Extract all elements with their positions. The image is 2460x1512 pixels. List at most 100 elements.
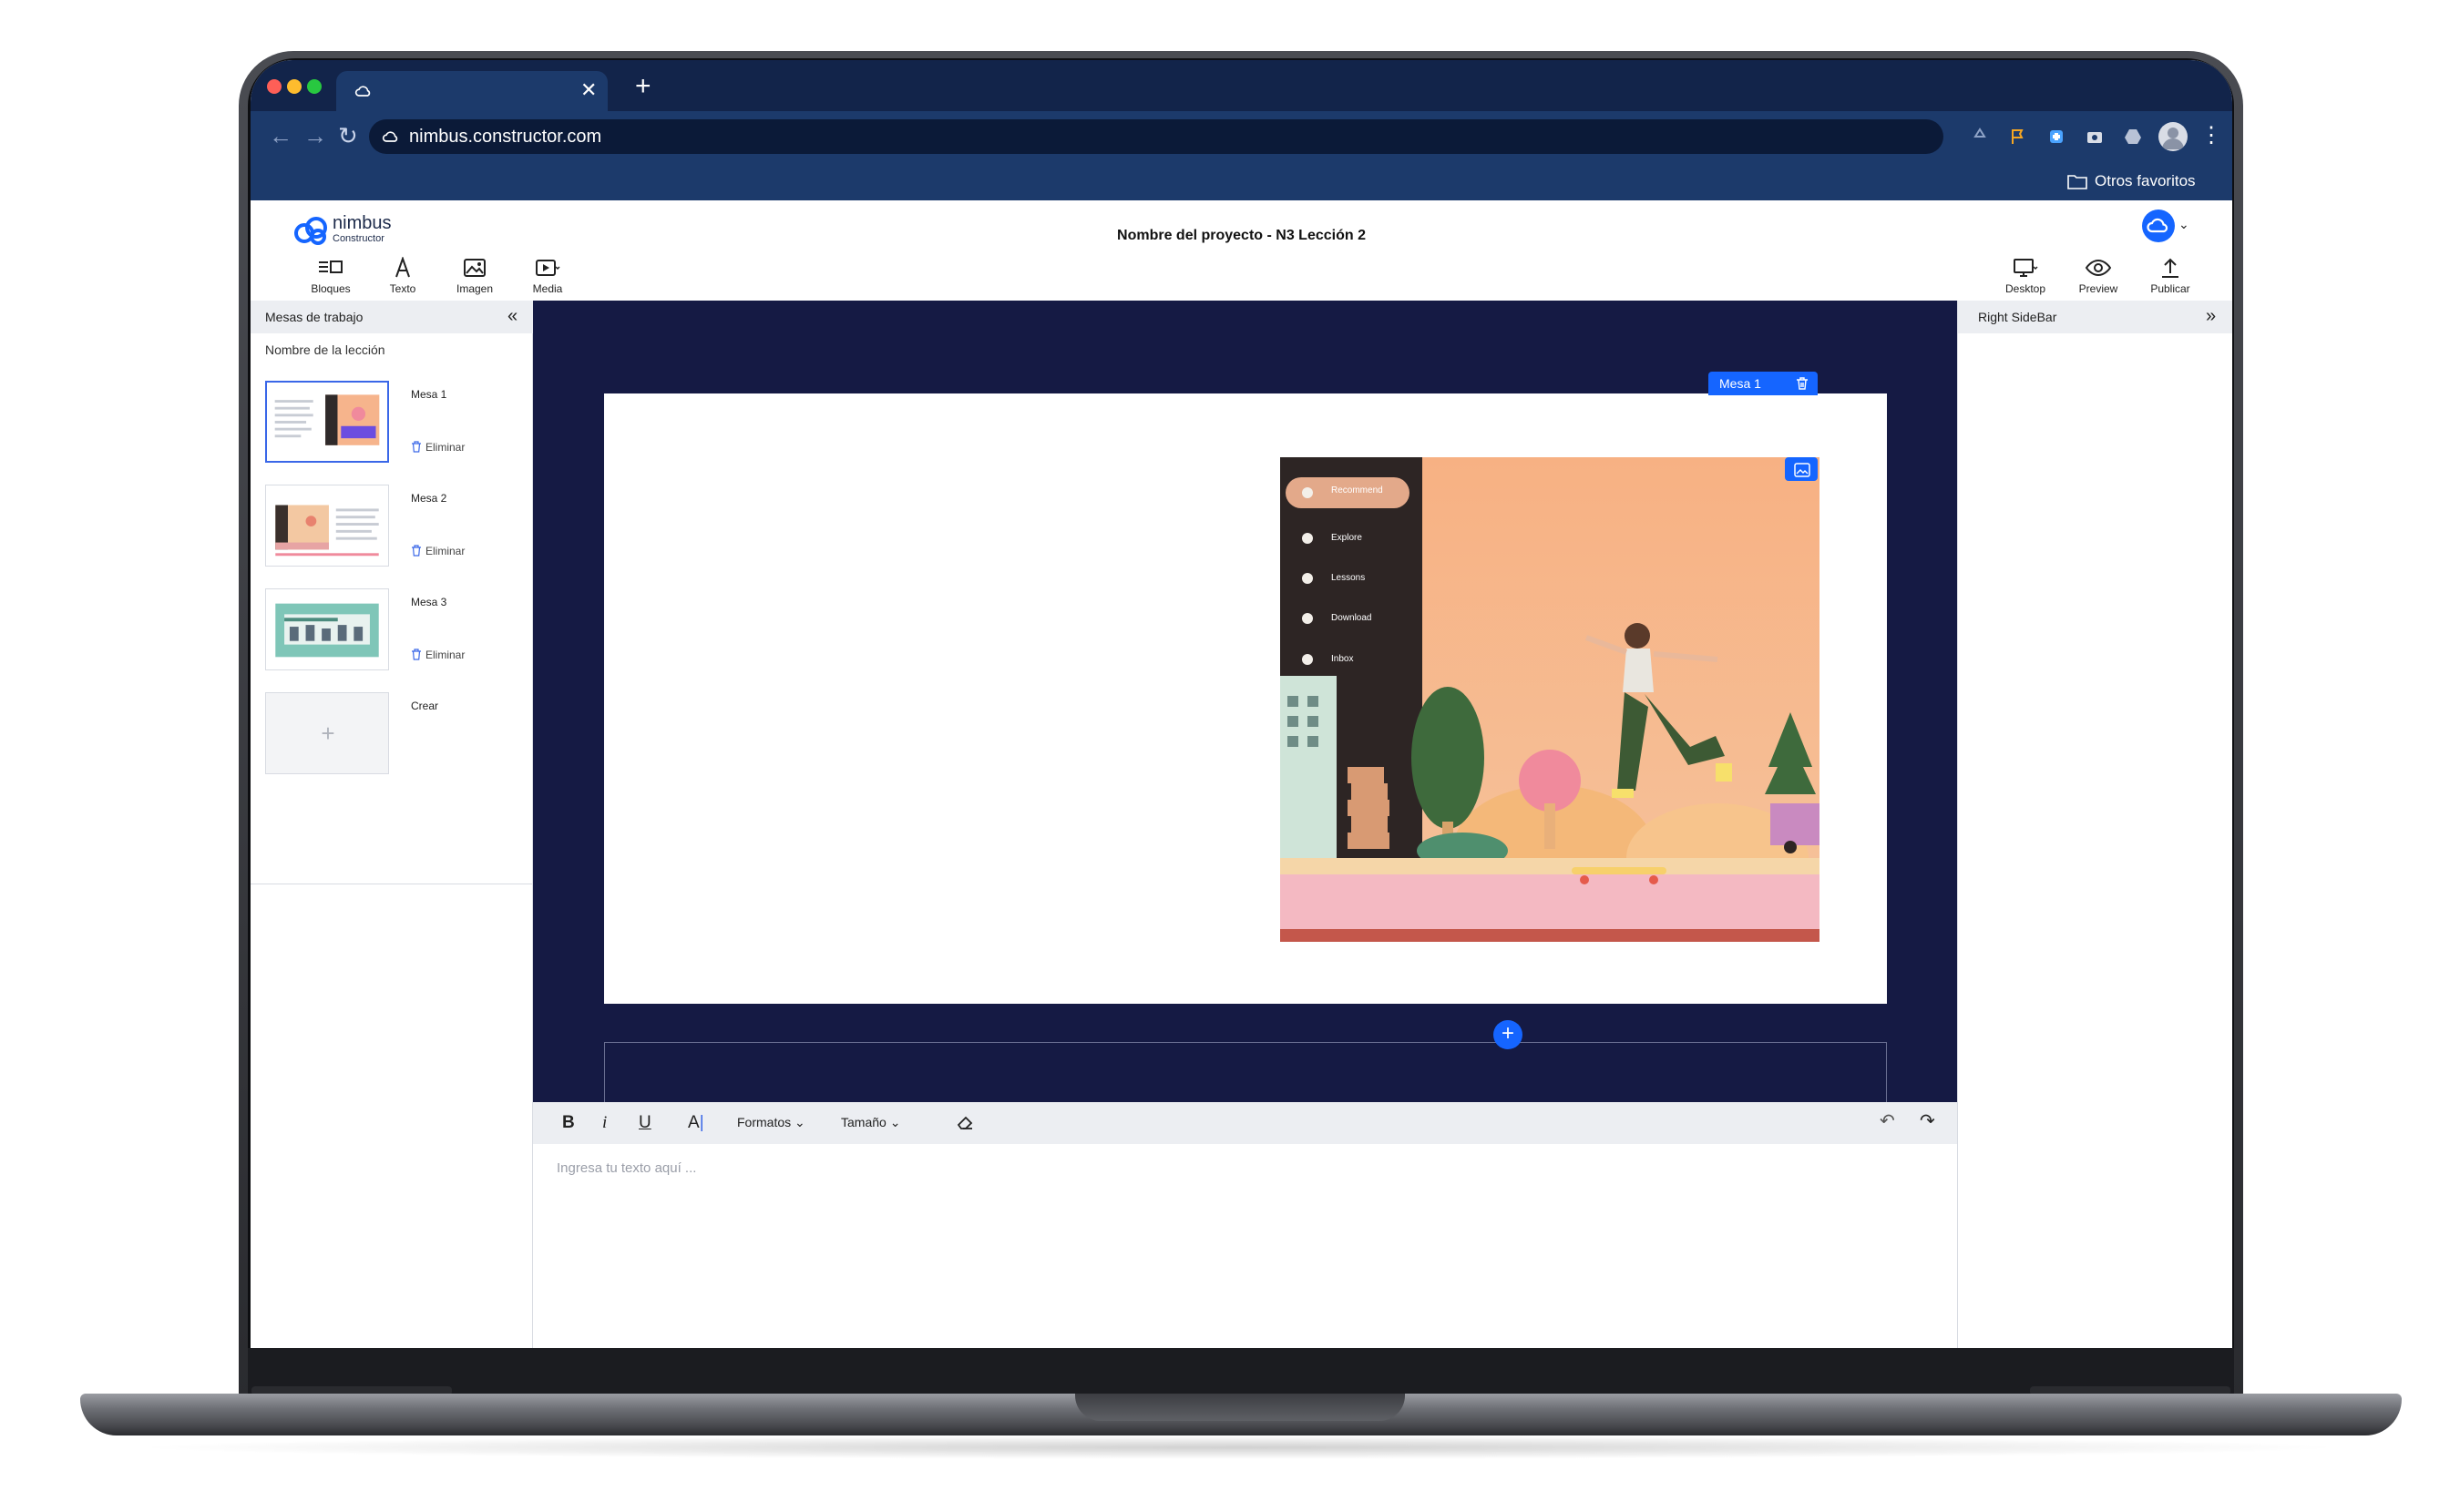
reload-icon[interactable]: ↻ (338, 122, 358, 149)
slide-1-delete-label: Eliminar (425, 441, 466, 454)
redo-icon[interactable]: ↷ (1920, 1111, 1935, 1131)
account-menu-button[interactable] (2142, 209, 2175, 242)
profile-avatar[interactable] (2158, 122, 2188, 151)
window-zoom-dot[interactable] (307, 79, 322, 94)
italic-button[interactable]: i (602, 1113, 607, 1133)
tamano-dropdown[interactable]: Tamaño ⌄ (841, 1115, 900, 1129)
browser-tab-strip: ✕ + (251, 60, 2232, 111)
trash-icon (412, 545, 421, 557)
slide-3-delete[interactable]: Eliminar (411, 649, 465, 661)
illustration-image[interactable]: Recommend Explore Lessons Download Inbox (1280, 457, 1819, 942)
add-block-row[interactable] (604, 1042, 1887, 1102)
tool-imagen[interactable]: Imagen (438, 257, 511, 301)
browser-tab[interactable]: ✕ (336, 71, 608, 111)
image-settings-button[interactable] (1785, 457, 1818, 481)
laptop-notch (1075, 1394, 1405, 1421)
extension-flag-icon[interactable] (2007, 126, 2029, 148)
window-close-dot[interactable] (267, 79, 282, 94)
undo-icon[interactable]: ↶ (1880, 1111, 1895, 1131)
create-slide-label[interactable]: Crear (411, 700, 438, 712)
right-sidebar: Right SideBar » (1957, 301, 2232, 1348)
slide-thumbnail-1[interactable] (265, 381, 389, 463)
slide-3-preview (266, 589, 388, 669)
tool-preview-label: Preview (2078, 282, 2118, 295)
bookmarks-bar: Otros favoritos (251, 162, 2232, 200)
address-bar[interactable]: nimbus.constructor.com (369, 119, 1943, 154)
nimbus-favicon-icon (354, 86, 371, 97)
trash-icon (412, 649, 421, 660)
cloud-account-icon (2147, 218, 2168, 233)
formatos-dropdown[interactable]: Formatos ⌄ (737, 1115, 805, 1129)
slide-3-delete-label: Eliminar (425, 649, 466, 661)
left-sidebar-header: Mesas de trabajo « (251, 301, 533, 333)
tool-desktop[interactable]: Desktop (1989, 257, 2062, 301)
tool-media[interactable]: Media (511, 257, 584, 301)
screen: ✕ + ← → ↻ nimbus.constructor.com ⋮ Otros… (251, 60, 2232, 1348)
slide-2-preview (266, 485, 388, 566)
text-editor-area[interactable]: Ingresa tu texto aquí ... (533, 1144, 1957, 1348)
right-sidebar-header: Right SideBar » (1958, 301, 2232, 333)
browser-menu-icon[interactable]: ⋮ (2200, 124, 2222, 148)
plus-icon: + (321, 720, 335, 747)
tab-close-icon[interactable]: ✕ (580, 79, 597, 101)
lesson-name: Nombre de la lección (265, 342, 385, 357)
tool-texto-label: Texto (389, 282, 416, 295)
extension-puzzle-icon[interactable] (2045, 126, 2067, 148)
project-title: Nombre del proyecto - N3 Lección 2 (1117, 228, 1366, 243)
bold-button[interactable]: B (562, 1113, 575, 1133)
window-minimize-dot[interactable] (287, 79, 302, 94)
user-avatar-icon (2162, 128, 2184, 149)
tool-bloques-label: Bloques (311, 282, 351, 295)
text-color-label: A (688, 1113, 700, 1132)
extension-drive-icon[interactable] (2122, 126, 2144, 148)
back-arrow-icon[interactable]: ← (269, 122, 292, 149)
tool-publicar[interactable]: Publicar (2134, 257, 2207, 301)
extension-recycle-icon[interactable] (1969, 126, 1991, 148)
tool-texto[interactable]: Texto (366, 257, 439, 301)
image-menu-item-lessons: Lessons (1331, 573, 1366, 583)
formatos-label: Formatos (737, 1115, 792, 1129)
slide-1-label: Mesa 1 (411, 388, 447, 401)
expand-double-chevron-icon[interactable]: » (2206, 306, 2216, 326)
clear-format-eraser-icon[interactable] (956, 1113, 974, 1137)
tool-preview[interactable]: Preview (2062, 257, 2135, 301)
slide-2-label: Mesa 2 (411, 492, 447, 505)
add-block-plus-button[interactable]: + (1493, 1020, 1522, 1049)
underline-button[interactable]: U (639, 1113, 651, 1133)
text-editor-toolbar: B i U A| Formatos ⌄ Tamaño ⌄ ↶ ↷ (533, 1102, 1957, 1144)
account-chevron-down-icon[interactable]: ⌄ (2178, 217, 2189, 231)
mesa-tag[interactable]: Mesa 1 (1708, 372, 1787, 395)
slide-3-label: Mesa 3 (411, 596, 447, 608)
mesa-tag-label: Mesa 1 (1719, 376, 1761, 391)
bookmark-folder-other[interactable]: Otros favoritos (2095, 172, 2196, 190)
slide-2-delete[interactable]: Eliminar (411, 545, 465, 557)
address-url: nimbus.constructor.com (409, 127, 602, 147)
forward-arrow-icon[interactable]: → (303, 122, 327, 149)
canvas-area: Mesa 1 Recommend Explore Lessons Downloa… (533, 301, 1957, 1102)
tool-publicar-label: Publicar (2150, 282, 2190, 295)
laptop-shadow (128, 1435, 2351, 1459)
tool-imagen-label: Imagen (456, 282, 494, 295)
image-icon (1794, 463, 1810, 477)
slide-thumbnail-3[interactable] (265, 588, 389, 670)
image-icon (464, 259, 486, 277)
slide-1-preview (268, 383, 386, 461)
extension-camera-icon[interactable] (2084, 126, 2106, 148)
image-menu-item-inbox: Inbox (1331, 654, 1354, 664)
collapse-double-chevron-icon[interactable]: « (507, 306, 518, 326)
image-menu-item-recommend: Recommend (1331, 485, 1383, 495)
image-menu-item-explore: Explore (1331, 533, 1362, 543)
chevron-down-icon: ⌄ (794, 1115, 805, 1129)
mesa-delete-button[interactable] (1787, 372, 1818, 395)
create-slide-button[interactable]: + (265, 692, 389, 774)
eraser-icon (957, 1116, 973, 1129)
new-tab-button[interactable]: + (635, 71, 651, 102)
slide-thumbnail-2[interactable] (265, 485, 389, 567)
text-color-button[interactable]: A| (688, 1113, 704, 1133)
slide-1-delete[interactable]: Eliminar (411, 441, 465, 454)
folder-icon (2067, 175, 2087, 189)
skateboarder-illustration (1280, 457, 1819, 942)
tool-bloques[interactable]: Bloques (294, 257, 367, 301)
browser-toolbar: ← → ↻ nimbus.constructor.com ⋮ (251, 111, 2232, 162)
app-header: nimbus Constructor Nombre del proyecto -… (251, 200, 2232, 301)
